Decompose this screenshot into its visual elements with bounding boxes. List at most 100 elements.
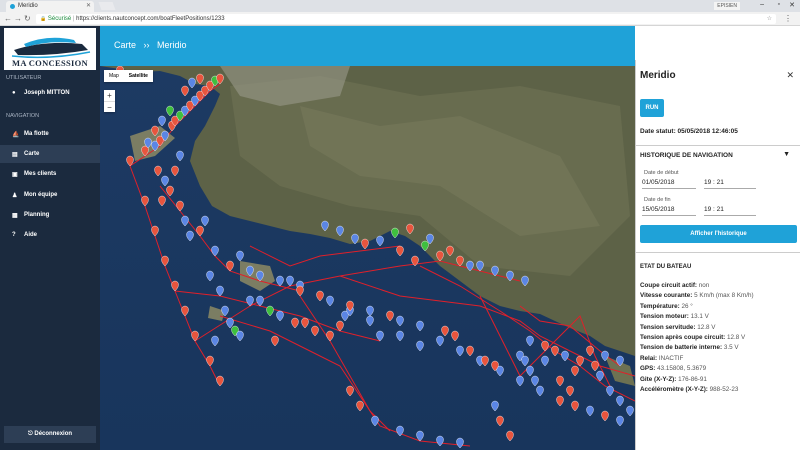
start-time-field[interactable]: 19 : 21	[704, 177, 756, 189]
divider	[636, 145, 800, 146]
logout-button[interactable]: ⎋ Déconnexion	[4, 426, 96, 443]
status-row: Tension de batterie interne: 3.5 V	[640, 344, 739, 351]
status-label: Gite (X-Y-Z):	[640, 375, 677, 383]
status-value: 12.8 V	[697, 323, 716, 331]
map-icon: ▤	[12, 152, 18, 158]
close-window-icon[interactable]: ✕	[789, 1, 795, 9]
profile-badge[interactable]: EPISIEN	[714, 2, 740, 10]
status-label: Accéléromètre (X-Y-Z):	[640, 386, 708, 393]
zoom-out-button[interactable]: −	[104, 101, 115, 112]
start-date-field[interactable]: 01/05/2018	[642, 177, 696, 189]
new-tab-button[interactable]	[98, 2, 116, 10]
sidebar-item-label: Carte	[24, 151, 40, 157]
maximize-icon[interactable]: ▫	[778, 1, 780, 8]
divider	[636, 252, 800, 253]
sidebar-item-mes-clients[interactable]: ▣ Mes clients	[0, 165, 100, 183]
breadcrumb-root[interactable]: Carte	[114, 40, 136, 50]
url-input[interactable]: 🔒 Sécurisé | https://clients.nautconcept…	[36, 14, 776, 24]
status-row: Température: 26 °	[640, 303, 693, 310]
status-value: 3.5 V	[723, 344, 739, 352]
zoom-control: + −	[104, 90, 115, 112]
sidebar: MA CONCESSION UTILISATEUR ● Joseph MITTO…	[0, 26, 100, 450]
secure-label: Sécurisé	[47, 16, 72, 22]
tab-title: Meridio	[18, 3, 38, 9]
status-value: INACTIF	[658, 354, 684, 362]
browser-tab-bar: Meridio ✕ EPISIEN – ▫ ✕	[0, 0, 800, 12]
run-button[interactable]: RUN	[640, 99, 664, 117]
logout-label: Déconnexion	[34, 431, 73, 437]
end-time-field[interactable]: 19 : 21	[704, 204, 756, 216]
status-value: 13.1 V	[690, 313, 709, 321]
nav-section-label: NAVIGATION	[6, 113, 40, 119]
sidebar-item-carte[interactable]: ▤ Carte	[0, 145, 100, 163]
date-statut: Date statut: 05/05/2018 12:46:05	[640, 128, 738, 135]
status-row: Tension après coupe circuit: 12.8 V	[640, 334, 745, 341]
sidebar-item-mon-equipe[interactable]: ♟ Mon équipe	[0, 186, 100, 204]
sailboat-icon: ⛵	[12, 132, 20, 138]
status-row: Tension servitude: 12.8 V	[640, 324, 716, 331]
browser-tab[interactable]: Meridio ✕	[6, 1, 94, 12]
sidebar-item-label: Mon équipe	[24, 192, 58, 198]
map-canvas[interactable]	[100, 66, 635, 450]
user-section-label: UTILISATEUR	[6, 75, 42, 81]
map-type-control: Map Satellite	[104, 70, 153, 82]
logo-text: MA CONCESSION	[12, 58, 88, 68]
address-bar: ← → ↻ 🔒 Sécurisé | https://clients.nautc…	[0, 12, 800, 26]
satellite-map[interactable]: Map Satellite + −	[100, 66, 635, 450]
breadcrumb-current: Meridio	[157, 40, 187, 50]
panel-title: Meridio	[640, 70, 676, 81]
status-label: Coupe circuit actif:	[640, 282, 698, 289]
zoom-in-button[interactable]: +	[104, 90, 115, 101]
status-label: Tension après coupe circuit:	[640, 334, 726, 341]
status-row: Gite (X-Y-Z): 176-86-91	[640, 376, 707, 383]
sidebar-item-user[interactable]: ● Joseph MITTON	[0, 84, 100, 102]
caret-down-icon[interactable]: ▼	[783, 151, 790, 158]
reload-icon[interactable]: ↻	[24, 14, 31, 23]
sidebar-item-planning[interactable]: ▦ Planning	[0, 206, 100, 224]
minimize-icon[interactable]: –	[760, 1, 764, 8]
map-type-satellite[interactable]: Satellite	[124, 70, 153, 82]
status-value: 26 °	[681, 302, 693, 310]
bookmark-star-icon[interactable]: ☆	[767, 15, 772, 22]
status-value: non	[698, 282, 710, 289]
status-label: Relai:	[640, 354, 658, 362]
breadcrumb-separator: ››	[143, 40, 150, 50]
end-date-field[interactable]: 15/05/2018	[642, 204, 696, 216]
close-icon[interactable]: ✕	[786, 70, 794, 81]
sidebar-item-label: Ma flotte	[24, 131, 49, 137]
user-icon: ●	[12, 90, 16, 96]
close-tab-icon[interactable]: ✕	[86, 2, 91, 9]
calendar-icon: ▦	[12, 213, 18, 219]
status-label: Température:	[640, 302, 680, 310]
forward-icon[interactable]: →	[14, 14, 22, 23]
status-row: Coupe circuit actif: non	[640, 282, 709, 289]
boat-detail-panel: Meridio ✕ RUN Date statut: 05/05/2018 12…	[635, 60, 800, 450]
status-row: GPS: 43.15808, 5.3679	[640, 365, 706, 372]
status-value: 43.15808, 5.3679	[657, 365, 707, 373]
status-label: Vitesse courante:	[640, 292, 693, 300]
show-history-button[interactable]: Afficher l'historique	[640, 225, 797, 243]
status-value: 988-52-23	[709, 386, 739, 393]
back-icon[interactable]: ←	[4, 14, 12, 23]
browser-menu-icon[interactable]: ⋮	[784, 14, 792, 23]
start-date-label: Date de début	[644, 170, 679, 176]
status-label: Tension moteur:	[640, 313, 689, 321]
map-type-map[interactable]: Map	[104, 70, 124, 82]
status-row: Tension moteur: 13.1 V	[640, 313, 709, 320]
user-name: Joseph MITTON	[24, 90, 70, 96]
help-icon: ?	[12, 232, 16, 238]
history-title: HISTORIQUE DE NAVIGATION	[640, 152, 733, 159]
page-header: Carte ›› Meridio	[100, 26, 635, 66]
sidebar-item-aide[interactable]: ? Aide	[0, 226, 100, 244]
status-label: Tension servitude:	[640, 323, 696, 331]
status-value: 12.8 V	[727, 334, 746, 341]
status-value: 176-86-91	[678, 375, 707, 383]
sidebar-item-label: Mes clients	[24, 171, 57, 177]
address-book-icon: ▣	[12, 172, 18, 178]
logo[interactable]: MA CONCESSION	[4, 28, 96, 70]
status-label: Tension de batterie interne:	[640, 344, 723, 352]
end-date-label: Date de fin	[644, 197, 671, 203]
sidebar-item-label: Aide	[24, 232, 38, 238]
sidebar-item-ma-flotte[interactable]: ⛵ Ma flotte	[0, 125, 100, 143]
url-text: https://clients.nautconcept.com/boatFlee…	[76, 16, 225, 22]
